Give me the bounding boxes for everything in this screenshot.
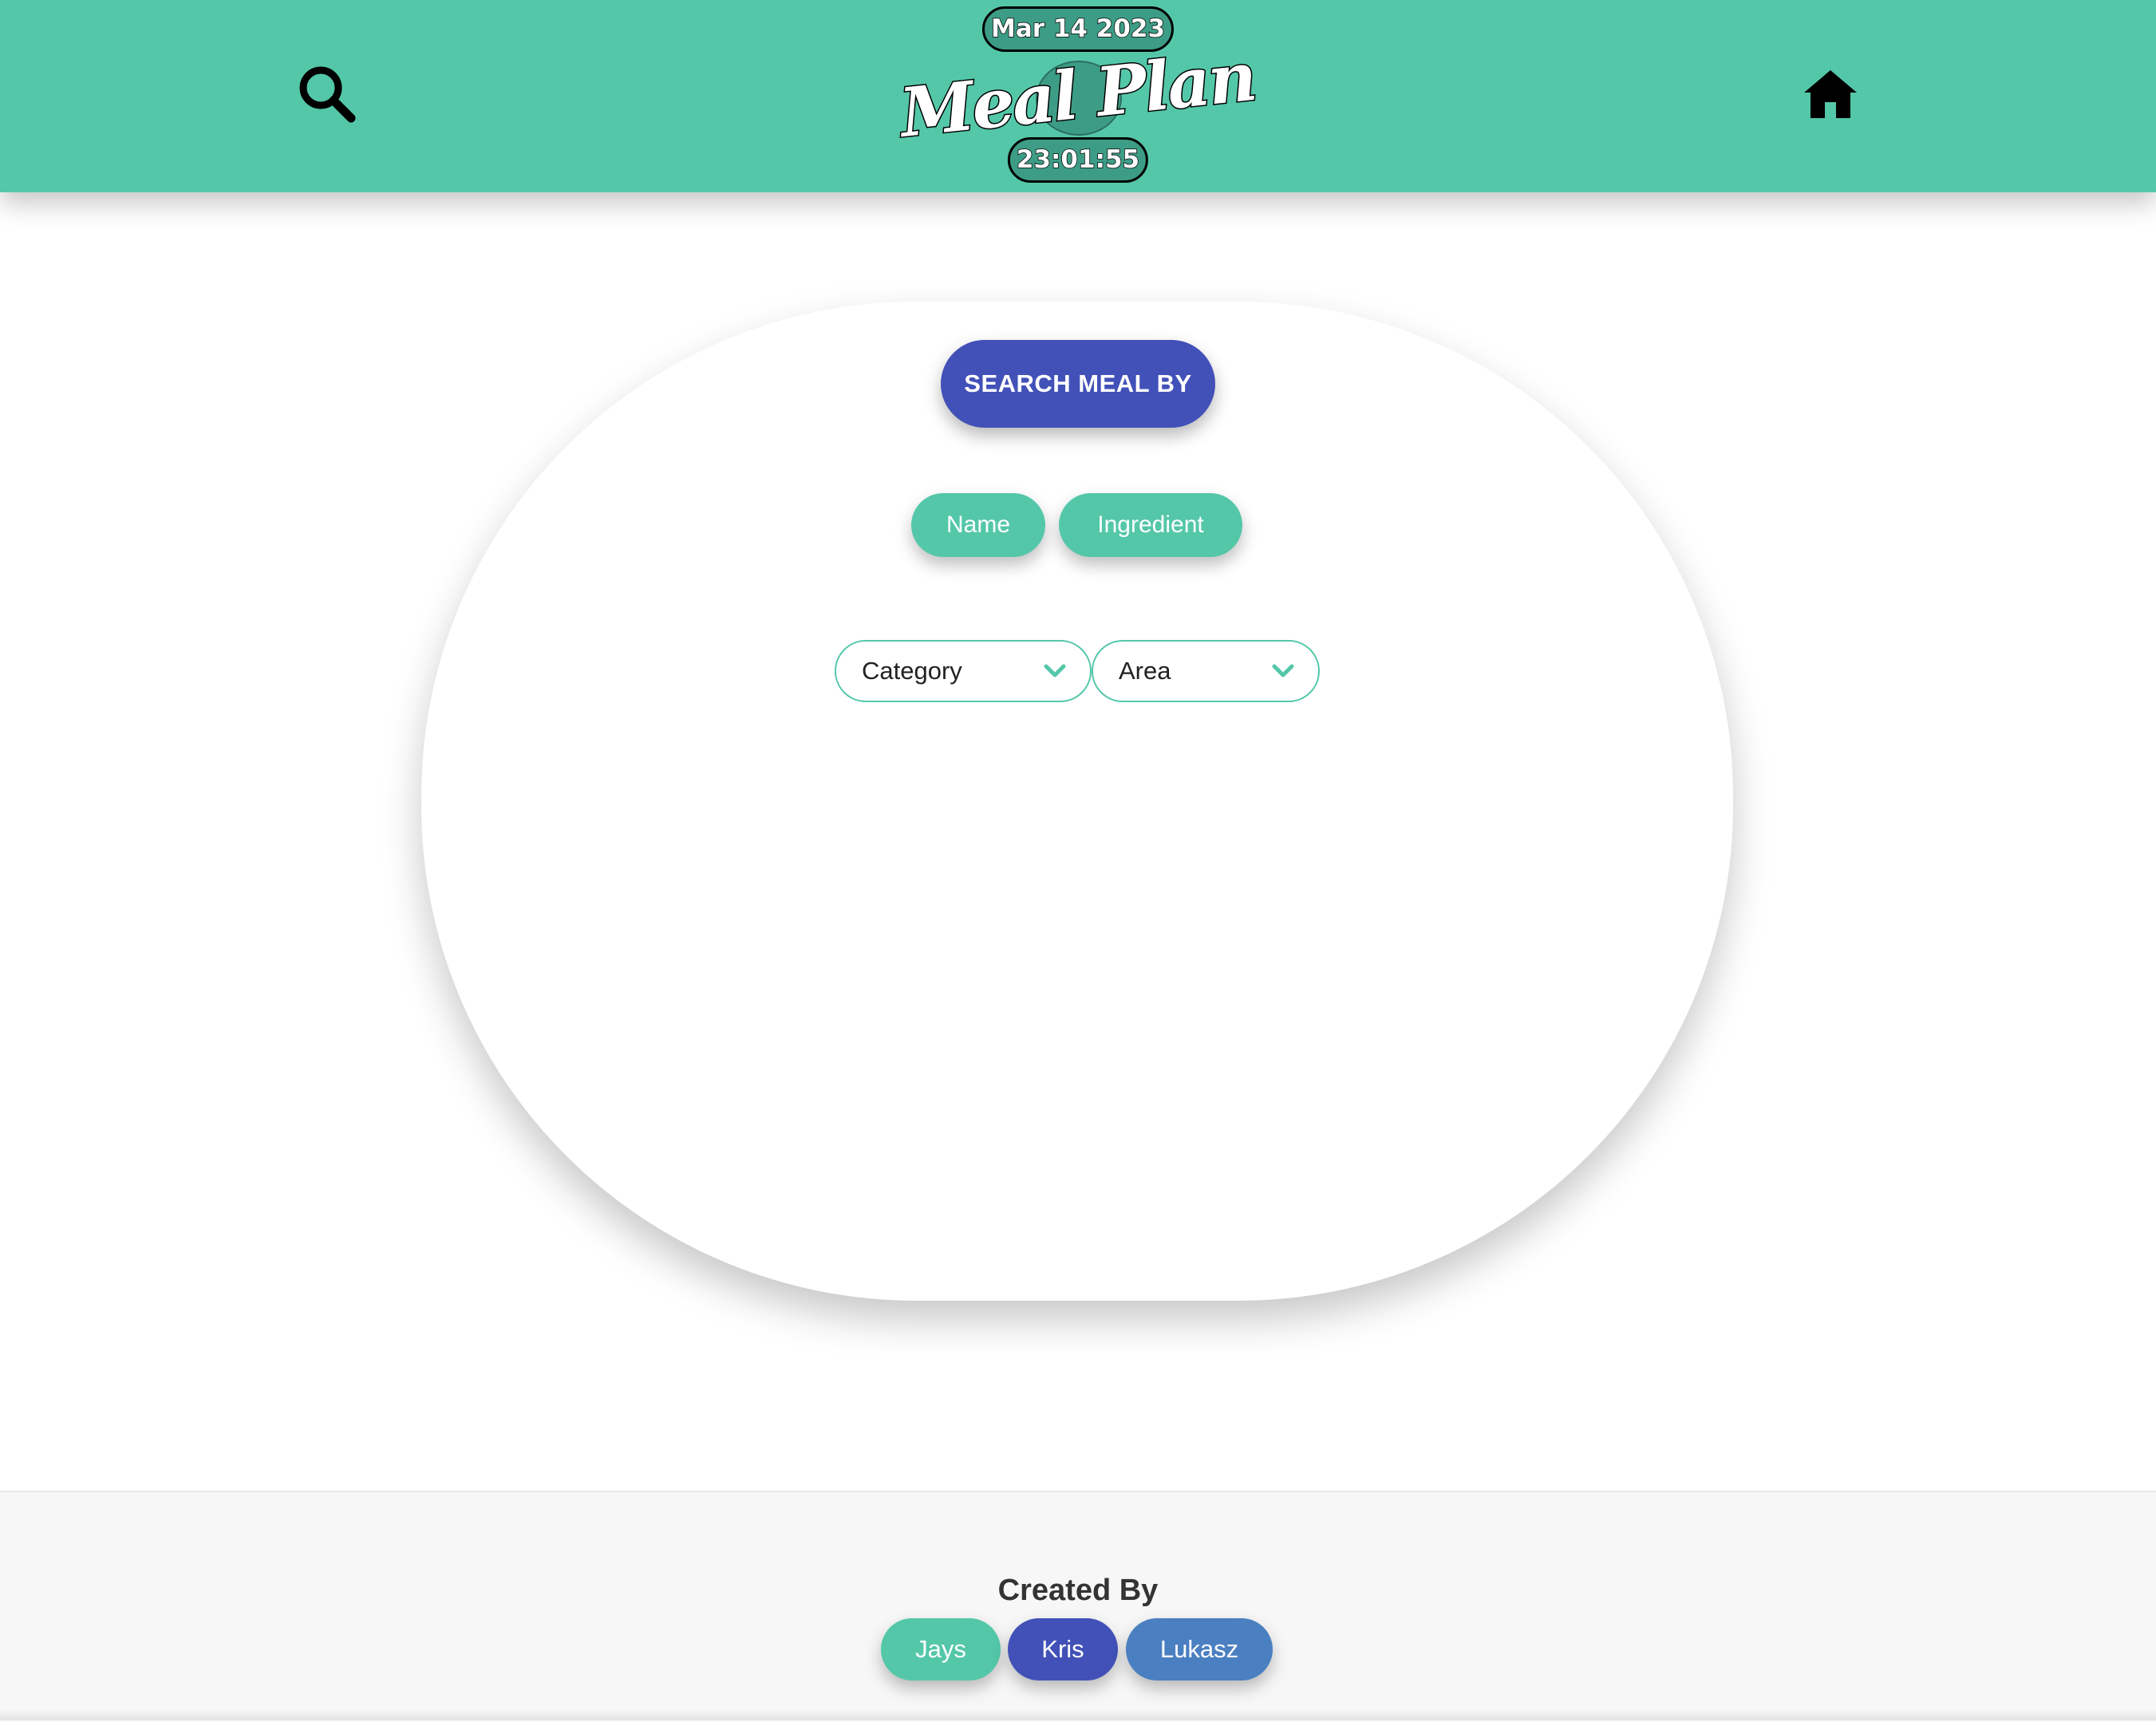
author-jays-button[interactable]: Jays [881,1618,1001,1681]
bottom-edge-shadow [0,1709,2156,1720]
search-card [421,302,1733,1301]
author-lukasz-button[interactable]: Lukasz [1126,1618,1273,1681]
search-icon-button[interactable] [287,54,367,134]
search-by-name-button[interactable]: Name [911,493,1045,557]
category-select-value: Category [862,657,962,685]
area-select[interactable]: Area [1092,640,1320,702]
search-meal-by-button[interactable]: SEARCH MEAL BY [941,340,1215,428]
chevron-down-icon [1272,664,1294,678]
search-icon [299,66,356,123]
chevron-down-icon [1044,664,1066,678]
search-by-ingredient-button[interactable]: Ingredient [1059,493,1242,557]
created-by-label: Created By [997,1574,1159,1607]
top-header: Meal Plan Mar 14 2023 23:01:55 [0,0,2156,192]
category-select[interactable]: Category [835,640,1092,702]
home-icon-button[interactable] [1791,54,1870,134]
area-select-value: Area [1119,657,1171,685]
author-kris-button[interactable]: Kris [1008,1618,1118,1681]
current-time: 23:01:55 [1007,137,1149,183]
current-date: Mar 14 2023 [981,6,1175,52]
home-icon [1804,70,1857,118]
